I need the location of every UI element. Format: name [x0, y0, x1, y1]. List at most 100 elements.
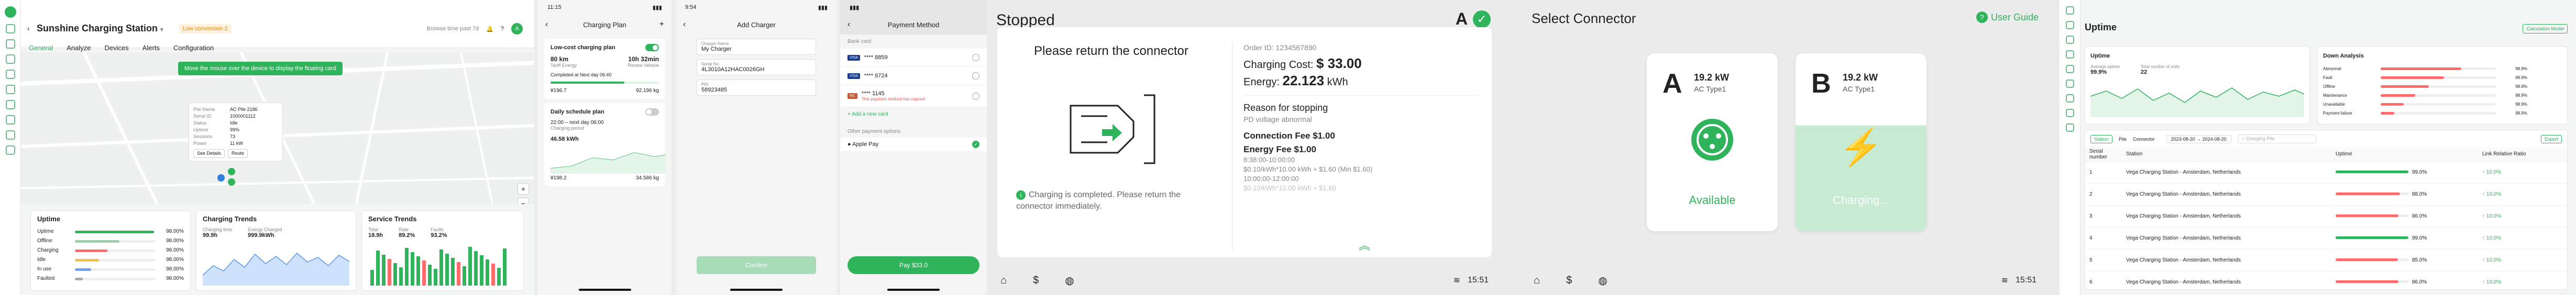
page-title: Add Charger — [737, 20, 776, 29]
add-icon[interactable]: + — [659, 20, 664, 29]
station-cell: Vega Charging Station - Amsterdam, Nethe… — [2122, 227, 2331, 249]
connector-a-card[interactable]: A 19.2 kW AC Type1 Available — [1647, 53, 1778, 231]
uptime-cell: 99.0% — [2331, 161, 2478, 184]
radio-button[interactable] — [972, 92, 979, 100]
zoom-out-button[interactable]: − — [518, 198, 529, 204]
add-card-link[interactable]: + Add a new card — [840, 107, 987, 121]
station-map[interactable]: Move the mouse over the device to displa… — [21, 52, 534, 204]
radio-button[interactable] — [972, 72, 979, 80]
table-row[interactable]: 5 Vega Charging Station - Amsterdam, Neth… — [2085, 249, 2567, 271]
order-icon[interactable] — [2065, 50, 2074, 59]
user-icon[interactable] — [2065, 65, 2074, 73]
table-row[interactable]: 4 Vega Charging Station - Amsterdam, Neth… — [2085, 227, 2567, 249]
map-pin[interactable] — [217, 174, 225, 181]
uptime-cell: 86.0% — [2331, 205, 2478, 228]
payment-card-row[interactable]: MC **** 1145 This payment method has expir… — [840, 85, 987, 107]
date-range-picker[interactable]: 2023-08-20 → 2024-08-20 — [2166, 134, 2231, 143]
ratio-cell: ↑ 10.0% — [2478, 183, 2567, 206]
user-guide-link[interactable]: ? User Guide — [1976, 12, 2039, 23]
plan-toggle[interactable] — [645, 44, 659, 51]
time-range[interactable]: Browse time past 7d — [427, 26, 479, 32]
page-title: Charging Plan — [583, 20, 626, 29]
uptime-value: 86.0% — [2412, 279, 2427, 285]
daily-schedule-card[interactable]: Daily schedule plan 22:00 – next day 06:… — [544, 103, 666, 186]
calculation-model-button[interactable]: Calculation Model — [2523, 24, 2568, 33]
alert-icon[interactable] — [5, 130, 15, 140]
table-row[interactable]: 6 Vega Charging Station - Amsterdam, Neth… — [2085, 271, 2567, 293]
uptime-bar-fill — [2336, 192, 2401, 196]
map-pin[interactable] — [228, 168, 235, 175]
page-title: Uptime — [2085, 22, 2117, 32]
search-input[interactable]: ⌕ Charging Pile — [2237, 134, 2316, 143]
price-icon[interactable]: $ — [1033, 275, 1039, 287]
settings-icon[interactable] — [2065, 123, 2074, 132]
back-icon[interactable]: ‹ — [683, 20, 686, 29]
charger-icon[interactable] — [2065, 36, 2074, 44]
uptime-value: 85.0% — [2412, 257, 2427, 263]
price-icon[interactable]: $ — [1566, 275, 1572, 287]
low-cost-plan-card[interactable]: Low-cost charging plan 80 km 10h 32min Ta… — [544, 39, 665, 99]
language-icon[interactable]: ◍ — [1065, 274, 1074, 287]
sidebar — [0, 0, 21, 295]
radio-button[interactable] — [972, 54, 979, 61]
charger-icon[interactable] — [5, 54, 15, 64]
tariff-icon[interactable] — [2065, 80, 2074, 88]
confirm-button[interactable]: Confirm — [697, 256, 816, 274]
zoom-in-button[interactable]: + — [518, 183, 529, 195]
bottom-bar: ⌂ $ ◍ ≋ 15:51 — [1000, 274, 1489, 287]
schedule-toggle[interactable] — [645, 108, 659, 116]
home-icon[interactable] — [5, 24, 15, 33]
uptime-value: 88.0% — [2412, 191, 2427, 197]
scroll-more-icon[interactable]: ︽ — [1359, 236, 1370, 253]
serial-number-field[interactable]: Serial No. 4L3010A12HAC0026GH — [697, 59, 816, 75]
station-icon[interactable] — [5, 39, 15, 49]
charger-name-field[interactable]: Charger Name My Charger — [697, 39, 816, 55]
apple-pay-option[interactable]: ● Apple Pay ✓ — [840, 138, 987, 151]
payment-card-row[interactable]: VISA **** 8859 — [840, 49, 987, 67]
order-icon[interactable] — [5, 70, 15, 79]
report-icon[interactable] — [5, 115, 15, 124]
charging-trends-card: Charging Trends Charging time 99.9h Energ… — [196, 210, 356, 291]
tab-connector[interactable]: Connector — [2133, 137, 2155, 142]
map-pin[interactable] — [228, 178, 235, 186]
tariff-icon[interactable] — [5, 100, 15, 109]
home-icon[interactable]: ⌂ — [1534, 275, 1540, 287]
tab-pile[interactable]: Pile — [2119, 137, 2127, 142]
nav-bar: ‹ Add Charger — [676, 15, 837, 35]
chevron-down-icon[interactable]: ▾ — [160, 27, 163, 33]
station-icon[interactable] — [2065, 21, 2074, 29]
pin-field[interactable]: PIN 58923485 — [697, 80, 816, 96]
export-button[interactable]: Export — [2540, 134, 2562, 143]
back-icon[interactable]: ‹ — [847, 20, 850, 29]
connector-b-card[interactable]: B 19.2 kW AC Type1 ⚡ Charging... — [1796, 53, 1927, 231]
settings-icon[interactable] — [5, 145, 15, 155]
avatar[interactable]: A — [511, 23, 523, 35]
service-bar — [497, 268, 501, 286]
report-icon[interactable] — [2065, 94, 2074, 103]
service-bar — [411, 252, 414, 286]
select-connector-screen: Select Connector ? User Guide A 19.2 kW … — [1521, 0, 2049, 295]
service-bar — [388, 259, 391, 286]
tab-station[interactable]: Station — [2090, 134, 2113, 143]
page-title: Payment Method — [887, 20, 940, 29]
back-icon[interactable]: ‹ — [545, 20, 548, 29]
route-button[interactable]: Route — [228, 149, 248, 158]
bell-icon[interactable]: 🔔 — [486, 26, 493, 32]
table-row[interactable]: 3 Vega Charging Station - Amsterdam, Neth… — [2085, 205, 2567, 228]
table-row[interactable]: 2 Vega Charging Station - Amsterdam, Neth… — [2085, 183, 2567, 206]
back-icon[interactable]: ‹ — [27, 24, 30, 32]
page-title: Select Connector — [1532, 10, 1636, 26]
see-details-button[interactable]: See Details — [193, 149, 225, 158]
home-icon[interactable] — [2065, 6, 2074, 15]
down-row: Payment failure 98.9% — [2323, 109, 2562, 118]
pay-button[interactable]: Pay $33.0 — [847, 256, 979, 274]
home-icon[interactable]: ⌂ — [1000, 275, 1007, 287]
alert-icon[interactable] — [2065, 109, 2074, 117]
table-row[interactable]: 1 Vega Charging Station - Amsterdam, Neth… — [2085, 161, 2567, 184]
language-icon[interactable]: ◍ — [1598, 274, 1607, 287]
help-icon[interactable]: ? — [501, 26, 504, 32]
page-title: Sunshine Charging Station ▾ — [37, 23, 163, 33]
add-charger-screen: 9:54 ▮▮▮ ‹ Add Charger Charger Name My Ch… — [676, 0, 837, 295]
user-icon[interactable] — [5, 85, 15, 94]
payment-card-row[interactable]: VISA **** 9724 — [840, 67, 987, 85]
